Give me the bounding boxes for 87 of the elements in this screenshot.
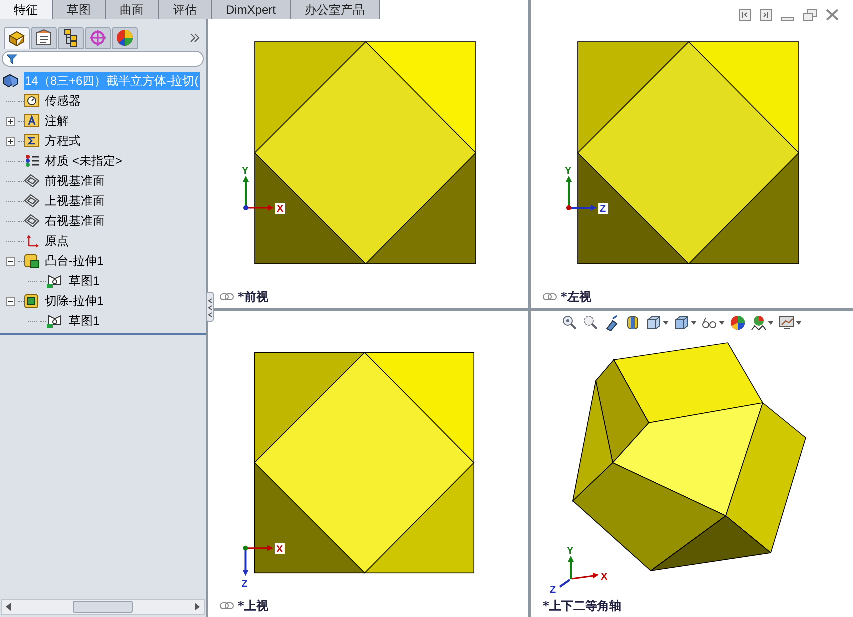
filter-icon [7,54,17,64]
link-icon[interactable] [543,293,557,301]
sensor-folder-icon [24,94,40,108]
property-manager-icon [35,29,53,47]
part-icon [3,73,21,89]
sketch-icon [46,274,64,288]
ribbon-tab[interactable]: 草图 [53,0,106,19]
axis-label: Y [242,166,249,177]
display-manager-tab[interactable] [112,27,138,49]
view-label: *上下二等角轴 [543,598,622,615]
axis-label: Z [550,585,556,595]
boss-extrude-icon [24,254,40,268]
tree-item[interactable]: 切除-拉伸1 [45,292,104,310]
zoom-fit-icon[interactable] [562,315,578,331]
axis-label: Z [600,204,606,215]
plane-icon [24,174,40,188]
axis-label: X [277,204,284,215]
color-ball-icon [116,29,134,47]
axis-triad-drawing [243,176,274,211]
horizontal-scrollbar[interactable] [1,599,205,615]
link-icon[interactable] [220,602,234,610]
ribbon-tab[interactable]: 评估 [159,0,212,19]
tree-item[interactable]: 传感器 [45,92,81,110]
equation-folder-icon [24,134,40,148]
ribbon-tab[interactable]: 办公室产品 [291,0,380,19]
axis-label: Y [567,546,574,557]
caret-icon[interactable] [768,321,774,325]
feature-tree-tab[interactable] [4,27,30,49]
link-icon[interactable] [220,293,234,301]
expand-toggle[interactable] [6,116,15,126]
axis-triad-drawing [242,545,274,576]
ribbon-tab[interactable]: 曲面 [106,0,159,19]
sketch-icon [46,314,64,328]
annotation-folder-icon [24,114,40,128]
color-ball-icon[interactable] [730,315,746,331]
glasses-icon[interactable] [702,315,718,331]
tree-item[interactable]: 前视基准面 [45,172,105,190]
scene-icon[interactable] [751,315,767,331]
view-orientation-icon[interactable] [646,315,662,331]
tree-item[interactable]: 原点 [45,232,69,250]
axis-label: X [276,544,284,556]
chevron-icon[interactable] [190,33,200,43]
origin-icon [24,234,40,248]
section-view-icon[interactable] [625,315,641,331]
tree-item[interactable]: 材质 <未指定> [45,152,122,170]
axis-label: Z [242,579,248,590]
tree-item[interactable]: 草图1 [69,272,100,290]
restore-icon[interactable] [803,9,817,21]
tree-item[interactable]: 上视基准面 [45,192,105,210]
view-label: *左视 [561,289,592,306]
property-manager-tab[interactable] [31,27,57,49]
caret-icon[interactable] [796,321,802,325]
tree-item[interactable]: 方程式 [45,132,81,150]
axis-label: X [601,572,608,583]
crosshair-icon [89,29,107,47]
expand-toggle[interactable] [6,136,15,146]
caret-icon[interactable] [719,321,725,325]
collapse-toggle[interactable] [6,256,15,266]
plane-icon [24,214,40,228]
configuration-tab[interactable] [58,27,84,49]
material-icon [24,154,40,168]
filter-field[interactable] [2,51,204,67]
zoom-area-icon[interactable] [583,315,599,331]
plane-icon [24,194,40,208]
collapse-handle-icon[interactable] [206,292,214,322]
tree-item[interactable]: 注解 [45,112,69,130]
ribbon-tab[interactable]: DimXpert [212,0,292,19]
ribbon-tab[interactable]: 特征 [0,0,53,19]
tile-left-icon[interactable] [739,9,751,21]
caret-icon[interactable] [691,321,697,325]
feature-tree-icon [8,30,26,48]
tile-right-icon[interactable] [760,9,772,21]
axis-triad-drawing [559,556,599,588]
close-icon[interactable] [826,9,839,21]
tree-item[interactable]: 草图1 [69,312,100,330]
display-style-icon[interactable] [674,315,690,331]
collapse-toggle[interactable] [6,296,15,306]
tree-item[interactable]: 凸台-拉伸1 [45,252,104,270]
configuration-icon [62,29,80,47]
tree-item[interactable]: 右视基准面 [45,212,105,230]
axis-label: Y [565,166,572,177]
cut-extrude-icon [24,294,40,308]
view-label: *上视 [238,598,268,615]
caret-icon[interactable] [663,321,669,325]
monitor-icon[interactable] [779,315,795,331]
view-label: *前视 [238,289,268,306]
axis-triad-drawing [566,176,597,211]
